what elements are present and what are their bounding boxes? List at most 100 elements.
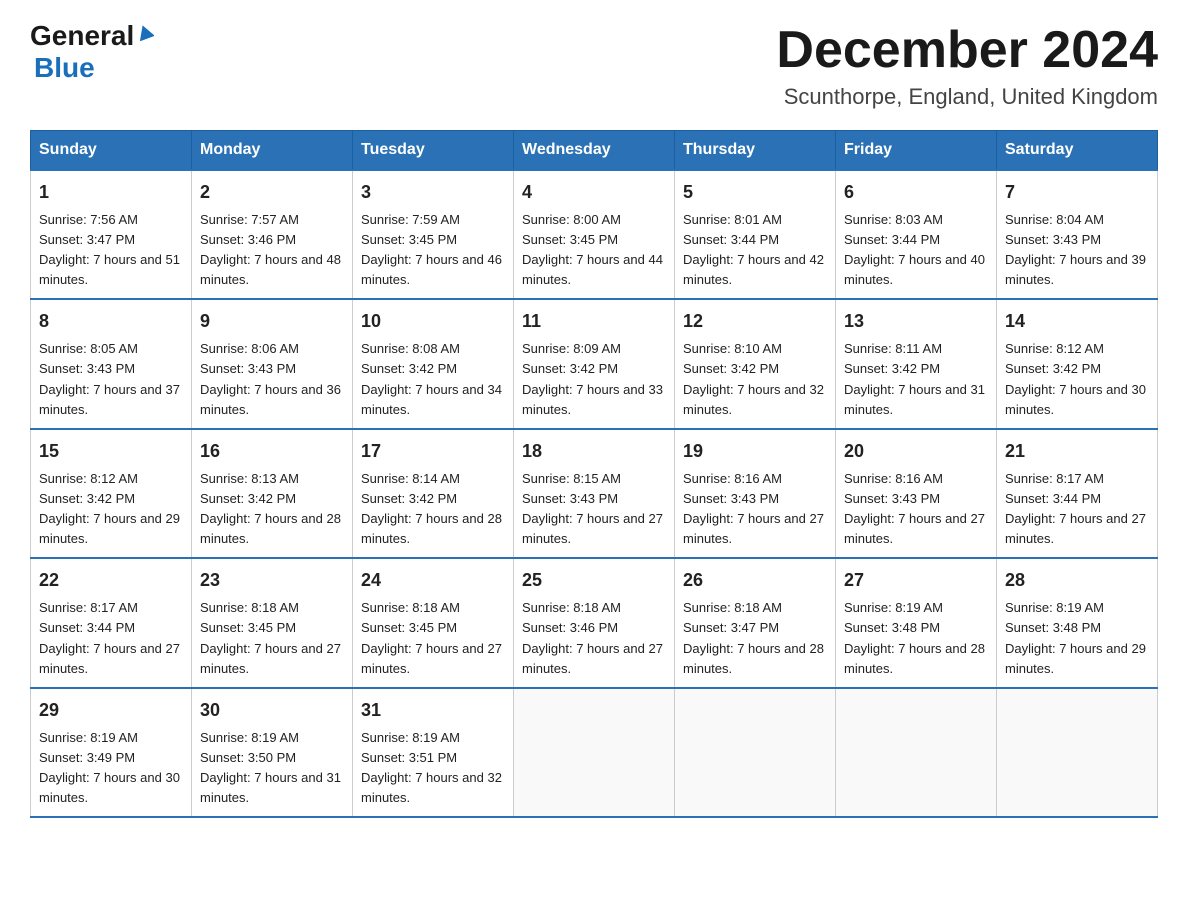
daylight-text: Daylight: 7 hours and 28 minutes. (683, 641, 824, 676)
sunset-text: Sunset: 3:42 PM (683, 361, 779, 376)
sunrise-text: Sunrise: 8:04 AM (1005, 212, 1104, 227)
daylight-text: Daylight: 7 hours and 34 minutes. (361, 382, 502, 417)
sunrise-text: Sunrise: 8:11 AM (844, 341, 942, 356)
location-title: Scunthorpe, England, United Kingdom (776, 84, 1158, 110)
sunrise-text: Sunrise: 8:18 AM (200, 600, 299, 615)
day-number: 27 (844, 567, 988, 595)
calendar-cell: 12 Sunrise: 8:10 AM Sunset: 3:42 PM Dayl… (675, 299, 836, 428)
calendar-cell: 1 Sunrise: 7:56 AM Sunset: 3:47 PM Dayli… (31, 170, 192, 299)
day-number: 23 (200, 567, 344, 595)
daylight-text: Daylight: 7 hours and 27 minutes. (522, 511, 663, 546)
sunrise-text: Sunrise: 8:05 AM (39, 341, 138, 356)
daylight-text: Daylight: 7 hours and 27 minutes. (39, 641, 180, 676)
header-day-monday: Monday (192, 131, 353, 171)
day-number: 14 (1005, 308, 1149, 336)
calendar-cell: 11 Sunrise: 8:09 AM Sunset: 3:42 PM Dayl… (514, 299, 675, 428)
sunrise-text: Sunrise: 8:17 AM (39, 600, 138, 615)
header-day-sunday: Sunday (31, 131, 192, 171)
header-day-friday: Friday (836, 131, 997, 171)
day-number: 17 (361, 438, 505, 466)
daylight-text: Daylight: 7 hours and 27 minutes. (522, 641, 663, 676)
sunset-text: Sunset: 3:42 PM (522, 361, 618, 376)
sunset-text: Sunset: 3:50 PM (200, 750, 296, 765)
sunset-text: Sunset: 3:46 PM (522, 620, 618, 635)
day-number: 24 (361, 567, 505, 595)
calendar-week-row: 22 Sunrise: 8:17 AM Sunset: 3:44 PM Dayl… (31, 558, 1158, 687)
logo-triangle-icon (136, 23, 154, 46)
daylight-text: Daylight: 7 hours and 27 minutes. (683, 511, 824, 546)
daylight-text: Daylight: 7 hours and 30 minutes. (1005, 382, 1146, 417)
header-day-wednesday: Wednesday (514, 131, 675, 171)
sunset-text: Sunset: 3:48 PM (1005, 620, 1101, 635)
sunset-text: Sunset: 3:45 PM (522, 232, 618, 247)
sunrise-text: Sunrise: 8:19 AM (361, 730, 460, 745)
calendar-week-row: 29 Sunrise: 8:19 AM Sunset: 3:49 PM Dayl… (31, 688, 1158, 817)
sunrise-text: Sunrise: 8:08 AM (361, 341, 460, 356)
day-number: 25 (522, 567, 666, 595)
day-number: 3 (361, 179, 505, 207)
logo-general-text: General (30, 20, 134, 52)
sunset-text: Sunset: 3:44 PM (39, 620, 135, 635)
calendar-cell: 19 Sunrise: 8:16 AM Sunset: 3:43 PM Dayl… (675, 429, 836, 558)
day-number: 30 (200, 697, 344, 725)
calendar-cell: 20 Sunrise: 8:16 AM Sunset: 3:43 PM Dayl… (836, 429, 997, 558)
daylight-text: Daylight: 7 hours and 28 minutes. (844, 641, 985, 676)
day-number: 20 (844, 438, 988, 466)
logo: General Blue (30, 20, 154, 84)
sunrise-text: Sunrise: 8:12 AM (39, 471, 138, 486)
calendar-cell: 26 Sunrise: 8:18 AM Sunset: 3:47 PM Dayl… (675, 558, 836, 687)
logo-blue-text: Blue (34, 52, 95, 83)
sunrise-text: Sunrise: 8:01 AM (683, 212, 782, 227)
sunrise-text: Sunrise: 8:13 AM (200, 471, 299, 486)
daylight-text: Daylight: 7 hours and 27 minutes. (200, 641, 341, 676)
calendar-cell (675, 688, 836, 817)
calendar-cell: 22 Sunrise: 8:17 AM Sunset: 3:44 PM Dayl… (31, 558, 192, 687)
calendar-cell: 2 Sunrise: 7:57 AM Sunset: 3:46 PM Dayli… (192, 170, 353, 299)
day-number: 1 (39, 179, 183, 207)
daylight-text: Daylight: 7 hours and 28 minutes. (361, 511, 502, 546)
sunrise-text: Sunrise: 8:18 AM (361, 600, 460, 615)
daylight-text: Daylight: 7 hours and 27 minutes. (361, 641, 502, 676)
daylight-text: Daylight: 7 hours and 28 minutes. (200, 511, 341, 546)
day-number: 29 (39, 697, 183, 725)
calendar-cell: 5 Sunrise: 8:01 AM Sunset: 3:44 PM Dayli… (675, 170, 836, 299)
daylight-text: Daylight: 7 hours and 39 minutes. (1005, 252, 1146, 287)
calendar-cell: 8 Sunrise: 8:05 AM Sunset: 3:43 PM Dayli… (31, 299, 192, 428)
title-block: December 2024 Scunthorpe, England, Unite… (776, 20, 1158, 110)
calendar-week-row: 8 Sunrise: 8:05 AM Sunset: 3:43 PM Dayli… (31, 299, 1158, 428)
day-number: 10 (361, 308, 505, 336)
sunrise-text: Sunrise: 8:19 AM (844, 600, 943, 615)
sunset-text: Sunset: 3:42 PM (200, 491, 296, 506)
calendar-cell: 31 Sunrise: 8:19 AM Sunset: 3:51 PM Dayl… (353, 688, 514, 817)
day-number: 4 (522, 179, 666, 207)
day-number: 13 (844, 308, 988, 336)
daylight-text: Daylight: 7 hours and 46 minutes. (361, 252, 502, 287)
sunrise-text: Sunrise: 8:09 AM (522, 341, 621, 356)
daylight-text: Daylight: 7 hours and 27 minutes. (844, 511, 985, 546)
daylight-text: Daylight: 7 hours and 48 minutes. (200, 252, 341, 287)
day-number: 2 (200, 179, 344, 207)
day-number: 16 (200, 438, 344, 466)
calendar-cell: 23 Sunrise: 8:18 AM Sunset: 3:45 PM Dayl… (192, 558, 353, 687)
daylight-text: Daylight: 7 hours and 31 minutes. (844, 382, 985, 417)
calendar-cell: 3 Sunrise: 7:59 AM Sunset: 3:45 PM Dayli… (353, 170, 514, 299)
month-title: December 2024 (776, 20, 1158, 80)
day-number: 12 (683, 308, 827, 336)
sunrise-text: Sunrise: 8:18 AM (522, 600, 621, 615)
sunset-text: Sunset: 3:47 PM (683, 620, 779, 635)
sunrise-text: Sunrise: 8:16 AM (844, 471, 943, 486)
daylight-text: Daylight: 7 hours and 37 minutes. (39, 382, 180, 417)
calendar-cell: 4 Sunrise: 8:00 AM Sunset: 3:45 PM Dayli… (514, 170, 675, 299)
sunrise-text: Sunrise: 8:19 AM (39, 730, 138, 745)
sunset-text: Sunset: 3:43 PM (1005, 232, 1101, 247)
day-number: 7 (1005, 179, 1149, 207)
sunset-text: Sunset: 3:43 PM (844, 491, 940, 506)
calendar-cell (514, 688, 675, 817)
day-number: 21 (1005, 438, 1149, 466)
sunset-text: Sunset: 3:42 PM (1005, 361, 1101, 376)
daylight-text: Daylight: 7 hours and 30 minutes. (39, 770, 180, 805)
header-day-saturday: Saturday (997, 131, 1158, 171)
sunset-text: Sunset: 3:44 PM (1005, 491, 1101, 506)
sunset-text: Sunset: 3:43 PM (200, 361, 296, 376)
calendar-cell: 16 Sunrise: 8:13 AM Sunset: 3:42 PM Dayl… (192, 429, 353, 558)
